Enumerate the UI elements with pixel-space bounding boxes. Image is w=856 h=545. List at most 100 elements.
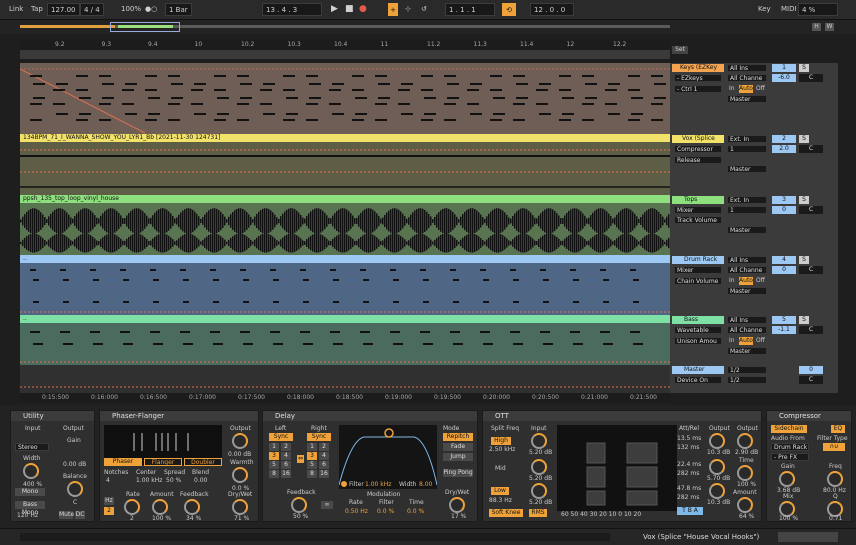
device-chooser-bass[interactable]: Wavetable — [674, 326, 722, 334]
ott-input-low-value[interactable]: 5.20 dB — [529, 499, 552, 506]
high-release[interactable]: 132 ms — [677, 444, 699, 451]
delay-time-step[interactable]: 3 — [269, 452, 279, 460]
monitor-auto-drum[interactable]: Auto — [739, 277, 753, 285]
delay-time-step[interactable]: 16 — [281, 470, 291, 478]
utility-balance-knob[interactable] — [67, 481, 83, 497]
delay-time-step[interactable]: 8 — [269, 470, 279, 478]
monitor-off-bass[interactable]: Off — [756, 337, 765, 344]
clip-drum[interactable]: .. — [20, 255, 670, 263]
loop-start-field[interactable]: 1 . 1 . 1 — [445, 3, 495, 16]
input-type-tops[interactable]: Ext. In — [727, 196, 767, 204]
sc-freq-knob[interactable] — [827, 471, 843, 487]
phaser-drywet-value[interactable]: 71 % — [234, 515, 249, 522]
rms-button[interactable]: RMS — [529, 509, 547, 517]
pan-bass[interactable]: C — [799, 326, 823, 334]
input-channel-keys[interactable]: All Channe — [727, 74, 767, 82]
monitor-in-keys[interactable]: In — [729, 85, 735, 92]
arrangement-position[interactable]: 13 . 4 . 3 — [262, 3, 322, 16]
filter-toggle[interactable] — [341, 481, 347, 487]
input-channel-drum[interactable]: All Channe — [727, 266, 767, 274]
utility-bass-freq[interactable]: 120 Hz — [17, 512, 38, 519]
param-chooser-tops[interactable]: Track Volume — [674, 216, 722, 224]
doubler-mode[interactable]: Doubler — [184, 458, 222, 466]
delay-time-step[interactable]: 4 — [281, 452, 291, 460]
filter-type-buttons[interactable]: ∩∪ — [823, 443, 845, 451]
input-channel-vox[interactable]: 1 — [727, 145, 767, 153]
output-vox[interactable]: Master — [727, 165, 767, 173]
output-drum[interactable]: Master — [727, 287, 767, 295]
utility-balance-value[interactable]: C — [73, 499, 77, 506]
sc-mix-value[interactable]: 100 % — [779, 515, 798, 522]
ott-input-mid-knob[interactable] — [531, 459, 547, 475]
notches-value[interactable]: 4 — [106, 477, 110, 484]
output-bass[interactable]: Master — [727, 347, 767, 355]
track-number-keys[interactable]: 1 — [772, 64, 796, 72]
ott-input-high-knob[interactable] — [531, 433, 547, 449]
monitor-in-drum[interactable]: In — [729, 277, 735, 284]
delay-left-sync[interactable]: Sync — [269, 433, 293, 441]
track-lane-drum[interactable] — [20, 263, 670, 315]
stop-icon[interactable]: ■ — [342, 3, 357, 16]
filter-width-value[interactable]: 8.00 — [419, 481, 432, 488]
high-split-value[interactable]: 2.50 kHz — [489, 446, 515, 453]
ott-output-low-knob[interactable] — [709, 483, 725, 499]
monitor-in-bass[interactable]: In — [729, 337, 735, 344]
center-value[interactable]: 1.00 kHz — [136, 477, 162, 484]
delay-feedback-value[interactable]: 50 % — [293, 513, 308, 520]
pan-vox[interactable]: C — [799, 145, 823, 153]
delay-time-step[interactable]: 3 — [307, 452, 317, 460]
low-band-button[interactable]: Low — [491, 487, 509, 495]
phaser-mode[interactable]: Phaser — [104, 458, 142, 466]
delay-time-step[interactable]: 1 — [269, 443, 279, 451]
utility-bassmono-button[interactable]: Bass Mono — [15, 501, 45, 516]
ott-amount-knob[interactable] — [737, 497, 753, 513]
filter-freq-value[interactable]: 1.00 kHz — [365, 481, 391, 488]
volume-keys[interactable]: -6.0 — [772, 74, 796, 82]
metronome-toggle[interactable]: ●○ — [142, 3, 160, 16]
mode-jump[interactable]: Jump — [443, 453, 473, 461]
pan-master[interactable]: C — [799, 376, 823, 384]
param-chooser-drum[interactable]: Chain Volume — [674, 277, 722, 285]
delay-right-sync[interactable]: Sync — [307, 433, 331, 441]
low-release[interactable]: 282 ms — [677, 494, 699, 501]
record-icon[interactable]: ● — [356, 3, 370, 16]
device-chooser-keys[interactable]: - EZkeys — [674, 74, 722, 82]
utility-mute-button[interactable]: Mute — [59, 511, 74, 519]
high-band-button[interactable]: High — [491, 437, 511, 445]
loop-switch-icon[interactable]: ⟲ — [502, 3, 516, 16]
utility-dc-button[interactable]: DC — [75, 511, 85, 519]
phaser-output-knob[interactable] — [232, 433, 248, 449]
track-title-keys[interactable]: Keys (EZKey — [672, 64, 724, 72]
utility-width-knob[interactable] — [23, 463, 39, 479]
link-button[interactable]: Link — [6, 3, 26, 16]
delay-time-step[interactable]: 16 — [319, 470, 329, 478]
clip-vox[interactable]: 134BPM_71_I_WANNA_SHOW_YOU_LYR1_Bb [2021… — [20, 134, 670, 142]
utility-title[interactable]: Utility — [11, 411, 94, 421]
input-type-bass[interactable]: All Ins — [727, 316, 767, 324]
input-type-keys[interactable]: All Ins — [727, 64, 767, 72]
utility-gain-value[interactable]: 0.00 dB — [63, 461, 86, 468]
track-number-drum[interactable]: 4 — [772, 256, 796, 264]
solo-button-bass[interactable]: S — [799, 316, 809, 324]
ott-output-mid-value[interactable]: 5.70 dB — [707, 475, 730, 482]
compressor-title[interactable]: Compressor — [767, 411, 851, 421]
warmth-knob[interactable] — [232, 467, 248, 483]
pan-keys[interactable]: C — [799, 74, 823, 82]
input-channel-tops[interactable]: 1 — [727, 206, 767, 214]
delay-time-step[interactable]: 5 — [269, 461, 279, 469]
output-master[interactable]: 1/2 — [727, 376, 767, 384]
param-chooser-vox[interactable]: Release — [674, 156, 722, 164]
volume-master[interactable]: 0 — [799, 366, 823, 374]
spread-value[interactable]: 50 % — [166, 477, 181, 484]
soft-knee-button[interactable]: Soft Knee — [489, 509, 523, 517]
output-keys[interactable]: Master — [727, 95, 767, 103]
monitor-auto-bass[interactable]: Auto — [739, 337, 753, 345]
selected-track-name[interactable]: Vox (Splice "House Vocal Hooks") — [643, 533, 759, 541]
solo-button-keys[interactable]: S — [799, 64, 809, 72]
ott-display[interactable] — [557, 425, 677, 511]
ott-title[interactable]: OTT — [483, 411, 761, 421]
track-title-bass[interactable]: Bass — [672, 316, 724, 324]
mid-release[interactable]: 282 ms — [677, 470, 699, 477]
monitor-off-drum[interactable]: Off — [756, 277, 765, 284]
h-toggle[interactable]: H — [812, 23, 821, 31]
